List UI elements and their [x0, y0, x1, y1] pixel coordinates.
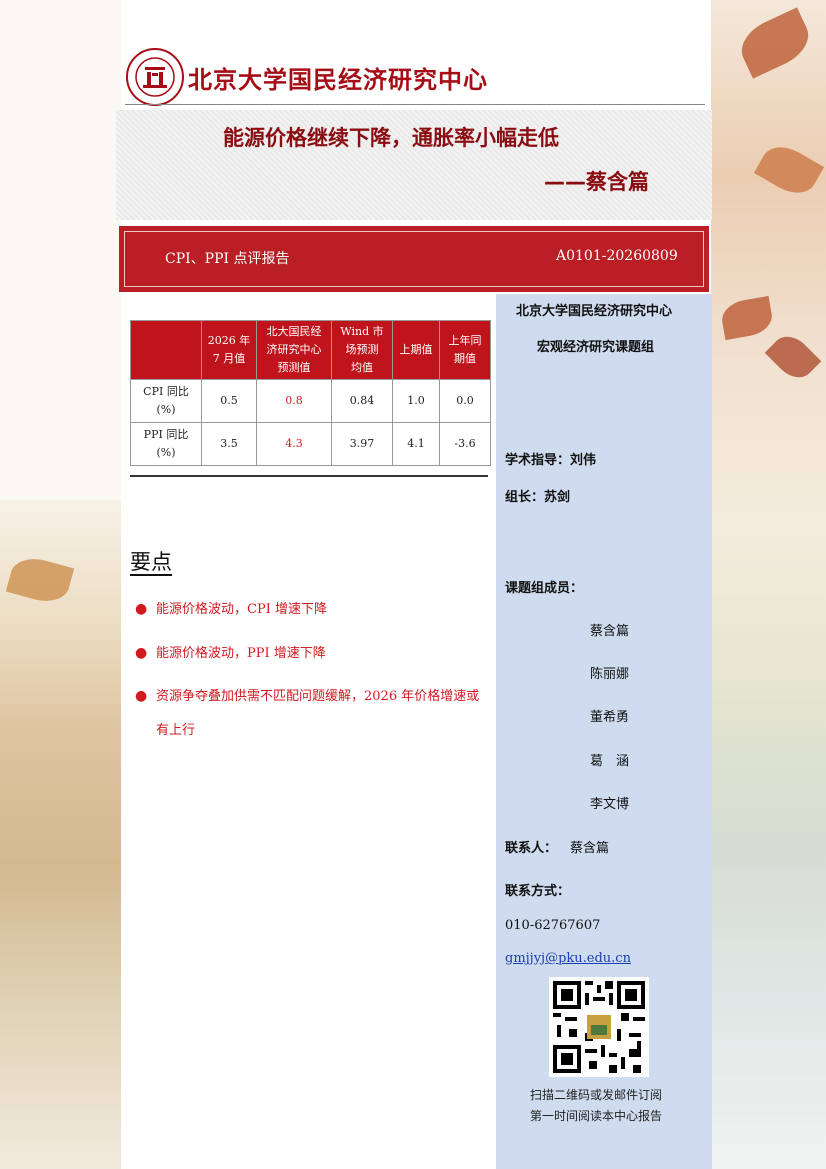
table-cell: 4.3 — [256, 422, 332, 466]
table-header-cell: 上期值 — [392, 320, 440, 380]
sidebar-members-label: 课题组成员： — [505, 581, 584, 596]
table-row-label: PPI 同比 (%) — [130, 422, 202, 466]
report-title: 能源价格继续下降，通胀率小幅走低 — [223, 126, 559, 150]
table-cell: 4.1 — [392, 422, 440, 466]
bullet-icon: ● — [135, 601, 148, 617]
key-point-item: 能源价格波动，CPI 增速下降 — [156, 602, 327, 617]
table-row: CPI 同比 (%) 0.5 0.8 0.84 1.0 0.0 — [130, 379, 491, 423]
sidebar-member: 葛 涵 — [590, 754, 630, 769]
key-point-item: 资源争夺叠加供需不匹配问题缓解，2026 年价格增速或有上行 — [156, 689, 480, 738]
qr-caption: 第一时间阅读本中心报告 — [530, 1109, 663, 1123]
sidebar-email-link[interactable]: gmjjyj@pku.edu.cn — [505, 951, 631, 966]
table-header-cell: Wind 市 场预测 均值 — [331, 320, 393, 380]
sidebar-contact-name: 蔡含篇 — [570, 841, 610, 856]
sidebar-member: 蔡含篇 — [590, 624, 630, 639]
sidebar-group-name: 宏观经济研究课题组 — [537, 340, 655, 355]
sidebar-contact-method-label: 联系方式： — [505, 884, 571, 899]
background-scenery-left — [0, 500, 130, 1169]
report-code: A0101-20260809 — [556, 248, 678, 264]
qr-code[interactable] — [549, 977, 649, 1077]
table-header-cell: 北大国民经 济研究中心 预测值 — [256, 320, 332, 380]
table-cell: 0.5 — [201, 379, 257, 423]
table-header-cell — [130, 320, 202, 380]
table-header-row: 2026 年 7 月值 北大国民经 济研究中心 预测值 Wind 市 场预测 均… — [130, 320, 491, 380]
indicator-table: 2026 年 7 月值 北大国民经 济研究中心 预测值 Wind 市 场预测 均… — [130, 320, 491, 466]
sidebar-advisor: 学术指导：刘伟 — [505, 453, 597, 468]
org-name: 北京大学国民经济研究中心 — [188, 65, 488, 94]
table-header-cell: 2026 年 7 月值 — [201, 320, 257, 380]
sidebar-member: 董希勇 — [590, 710, 630, 725]
sidebar-center-name: 北京大学国民经济研究中心 — [516, 304, 673, 319]
sidebar-contact-label: 联系人： — [505, 841, 558, 856]
table-header-cell: 上年同 期值 — [439, 320, 491, 380]
table-row: PPI 同比 (%) 3.5 4.3 3.97 4.1 -3.6 — [130, 422, 491, 466]
sidebar-member: 李文博 — [590, 797, 630, 812]
table-bottom-rule — [130, 475, 488, 477]
table-cell: 0.0 — [439, 379, 491, 423]
key-points-heading: 要点 — [130, 550, 172, 574]
table-cell: -3.6 — [439, 422, 491, 466]
table-cell: 1.0 — [392, 379, 440, 423]
qr-caption: 扫描二维码或发邮件订阅 — [530, 1088, 663, 1102]
table-row-label: CPI 同比 (%) — [130, 379, 202, 423]
table-cell: 0.84 — [331, 379, 393, 423]
bullet-icon: ● — [135, 688, 148, 704]
key-point-item: 能源价格波动，PPI 增速下降 — [156, 646, 326, 661]
sidebar-phone: 010-62767607 — [505, 918, 601, 933]
report-type: CPI、PPI 点评报告 — [165, 251, 290, 267]
sidebar-member: 陈丽娜 — [590, 667, 630, 682]
sidebar-leader: 组长：苏剑 — [505, 490, 571, 505]
bullet-icon: ● — [135, 645, 148, 661]
pku-logo — [125, 47, 185, 107]
table-cell: 3.5 — [201, 422, 257, 466]
header-divider — [125, 104, 705, 105]
table-cell: 3.97 — [331, 422, 393, 466]
table-cell: 0.8 — [256, 379, 332, 423]
report-author: ——蔡含篇 — [544, 170, 649, 194]
